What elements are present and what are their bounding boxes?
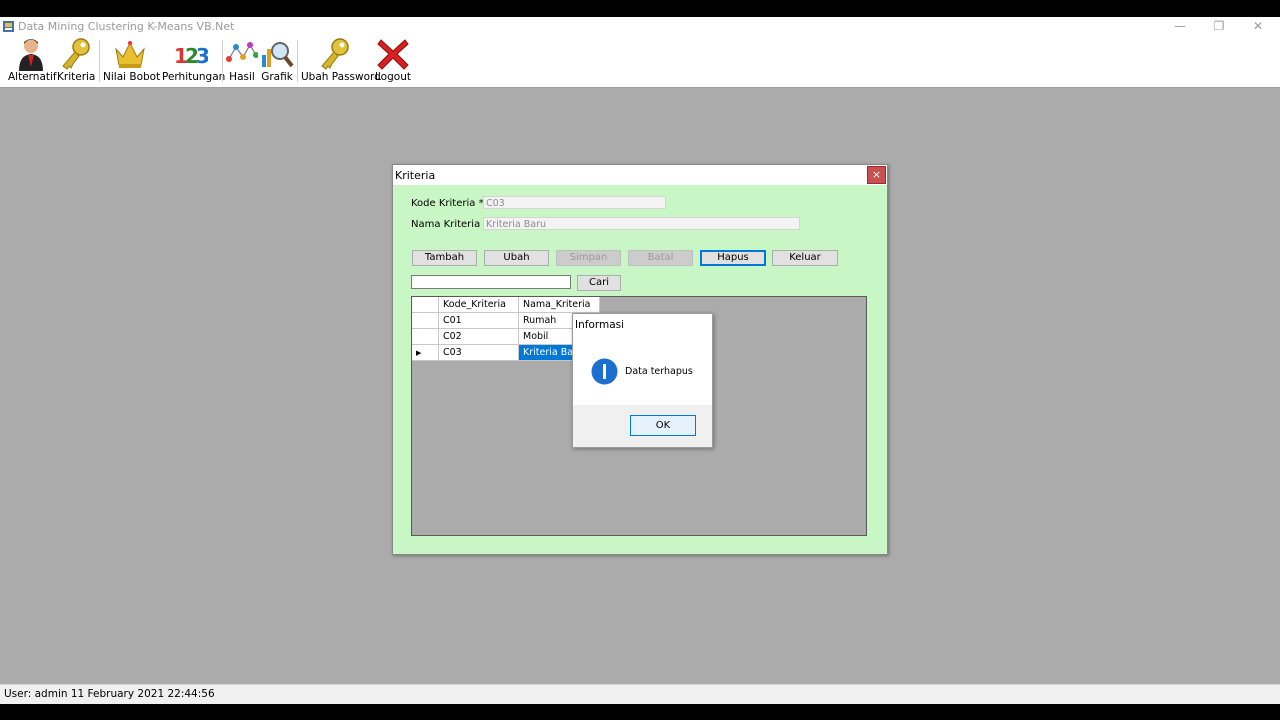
ubah-button[interactable]: Ubah bbox=[484, 250, 549, 266]
title-bar: Data Mining Clustering K-Means VB.Net — … bbox=[0, 17, 1280, 36]
keluar-button[interactable]: Keluar bbox=[772, 250, 838, 266]
main-window: Data Mining Clustering K-Means VB.Net — … bbox=[0, 17, 1280, 704]
kode-kriteria-label: Kode Kriteria * bbox=[411, 198, 484, 209]
message-text: Data terhapus bbox=[625, 366, 693, 377]
toolbar-label: Nilai Bobot bbox=[103, 71, 161, 83]
simpan-button[interactable]: Simpan bbox=[556, 250, 621, 266]
toolbar-separator bbox=[99, 40, 100, 82]
row-header[interactable] bbox=[412, 313, 439, 329]
window-title: Data Mining Clustering K-Means VB.Net bbox=[18, 20, 235, 33]
nama-kriteria-field[interactable]: Kriteria Baru bbox=[483, 217, 800, 230]
batal-button[interactable]: Batal bbox=[628, 250, 693, 266]
tambah-button[interactable]: Tambah bbox=[412, 250, 477, 266]
toolbar-label: Perhitungan bbox=[162, 71, 226, 83]
window-close-button[interactable]: ✕ bbox=[1248, 19, 1268, 34]
main-toolbar: Alternatif Kriteria Nilai Bobot 1 2 3 Pe… bbox=[0, 36, 1280, 88]
message-title: Informasi bbox=[575, 319, 625, 331]
row-header[interactable] bbox=[412, 329, 439, 345]
scatter-chart-icon bbox=[226, 42, 258, 62]
toolbar-label: Hasil bbox=[229, 71, 255, 83]
svg-text:3: 3 bbox=[196, 44, 208, 68]
cari-button[interactable]: Cari bbox=[577, 275, 621, 291]
toolbar-label: Ubah Password bbox=[301, 71, 381, 83]
hapus-button[interactable]: Hapus bbox=[700, 250, 766, 266]
restore-button[interactable]: ❐ bbox=[1209, 19, 1229, 34]
toolbar-grafik-button[interactable]: Grafik bbox=[260, 37, 294, 87]
status-text: User: admin 11 February 2021 22:44:56 bbox=[4, 688, 215, 700]
toolbar-nilai-bobot-button[interactable]: Nilai Bobot bbox=[103, 37, 161, 87]
kriteria-title-bar: Kriteria × bbox=[393, 165, 887, 185]
key-icon bbox=[62, 38, 90, 70]
kode-kriteria-field[interactable]: C03 bbox=[483, 196, 666, 209]
message-footer: OK bbox=[573, 405, 712, 447]
toolbar-label: Alternatif bbox=[8, 71, 57, 83]
crown-icon bbox=[115, 41, 145, 68]
column-header-kode[interactable]: Kode_Kriteria bbox=[439, 297, 519, 313]
informasi-message-box: Informasi Data terhapus OK bbox=[572, 313, 713, 448]
current-row-header[interactable]: ▶ bbox=[412, 345, 439, 361]
column-header-nama[interactable]: Nama_Kriteria bbox=[519, 297, 600, 313]
toolbar-label: Logout bbox=[375, 71, 411, 83]
toolbar-hasil-button[interactable]: Hasil bbox=[226, 37, 258, 87]
toolbar-ubah-password-button[interactable]: Ubah Password bbox=[301, 37, 381, 87]
toolbar-logout-button[interactable]: Logout bbox=[374, 37, 412, 87]
info-icon bbox=[591, 358, 618, 385]
user-icon bbox=[18, 39, 43, 71]
numbers-123-icon: 1 2 3 bbox=[174, 44, 208, 68]
minimize-button[interactable]: — bbox=[1170, 19, 1190, 34]
search-input[interactable] bbox=[411, 275, 571, 289]
toolbar-separator bbox=[222, 40, 223, 82]
toolbar-kriteria-button[interactable]: Kriteria bbox=[57, 37, 95, 87]
grid-corner-header bbox=[412, 297, 439, 313]
grid-cell[interactable]: C03 bbox=[439, 345, 519, 361]
toolbar-separator bbox=[297, 40, 298, 82]
close-x-icon bbox=[377, 39, 409, 70]
kriteria-title: Kriteria bbox=[395, 169, 436, 182]
ok-button[interactable]: OK bbox=[630, 415, 696, 436]
status-bar: User: admin 11 February 2021 22:44:56 bbox=[0, 684, 1280, 704]
toolbar-perhitungan-button[interactable]: 1 2 3 Perhitungan bbox=[162, 37, 226, 87]
grid-cell[interactable]: C01 bbox=[439, 313, 519, 329]
nama-kriteria-label: Nama Kriteria * bbox=[411, 219, 489, 230]
kriteria-close-button[interactable]: × bbox=[867, 166, 886, 184]
key-icon bbox=[321, 38, 349, 70]
toolbar-alternatif-button[interactable]: Alternatif bbox=[8, 37, 57, 87]
toolbar-label: Kriteria bbox=[57, 71, 96, 83]
toolbar-label: Grafik bbox=[261, 71, 293, 83]
magnifier-chart-icon bbox=[262, 42, 294, 68]
app-icon bbox=[3, 21, 14, 32]
grid-cell[interactable]: C02 bbox=[439, 329, 519, 345]
